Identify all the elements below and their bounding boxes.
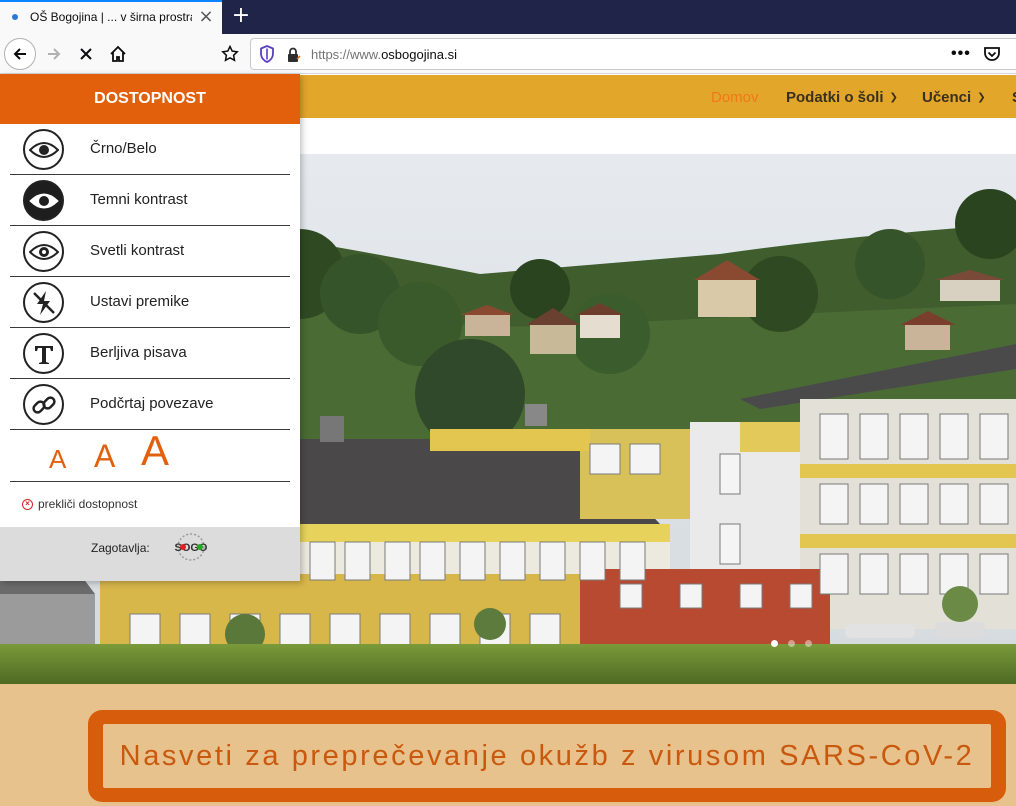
tab-title: OŠ Bogojina | ... v širna prostranstva (30, 10, 192, 24)
provider-label: Zagotavlja: (91, 541, 150, 555)
option-label: Temni kontrast (90, 191, 188, 208)
option-label: Berljiva pisava (90, 344, 187, 361)
font-size-small-button[interactable]: A (49, 444, 66, 475)
url-scheme: https://www. (311, 47, 382, 62)
sogo-logo[interactable]: SOGO (163, 532, 219, 562)
loading-icon (12, 14, 18, 20)
navigation-toolbar: https://www.osbogojina.si ••• (0, 34, 1016, 74)
new-tab-button[interactable]: + (228, 4, 254, 30)
font-t-icon (23, 333, 64, 374)
library-button[interactable] (218, 38, 242, 70)
menu-item-podatki[interactable]: Podatki o šoli ❯ (786, 89, 898, 106)
notice-banner[interactable]: Nasveti za preprečevanje okužb z virusom… (103, 724, 991, 788)
slider-dot[interactable] (788, 640, 795, 647)
font-size-large-button[interactable]: A (141, 427, 169, 475)
option-label: Črno/Belo (90, 140, 157, 157)
eye-icon (23, 129, 64, 170)
accessibility-footer: Zagotavlja: SOGO (0, 527, 300, 581)
cancel-accessibility-link[interactable]: × prekliči dostopnost (22, 497, 137, 511)
cancel-icon: × (22, 498, 33, 510)
url-text: https://www.osbogojina.si (311, 47, 457, 62)
menu-item-ucenci[interactable]: Učenci ❯ (922, 89, 986, 106)
eye-icon (23, 231, 64, 272)
url-host: osbogojina.si (381, 47, 457, 62)
slider-dot[interactable] (805, 640, 812, 647)
font-size-medium-button[interactable]: A (94, 438, 115, 475)
shield-icon[interactable] (259, 45, 275, 63)
home-button[interactable] (102, 38, 134, 70)
notice-text: Nasveti za preprečevanje okužb z virusom… (119, 739, 975, 772)
menu-label: Podatki o šoli (786, 89, 884, 106)
close-tab-icon[interactable]: × (196, 8, 216, 28)
back-button[interactable] (4, 38, 36, 70)
chevron-down-icon: ❯ (977, 92, 986, 103)
menu-label: S (1012, 89, 1016, 106)
option-label: Podčrtaj povezave (90, 395, 214, 412)
menu-item-truncated[interactable]: S (1012, 89, 1016, 106)
option-underline-links[interactable]: Podčrtaj povezave (10, 379, 290, 430)
option-light-contrast[interactable]: Svetli kontrast (10, 226, 290, 277)
option-readable-font[interactable]: Berljiva pisava (10, 328, 290, 379)
slider-dot[interactable] (771, 640, 778, 647)
stop-button[interactable] (70, 38, 102, 70)
cancel-label: prekliči dostopnost (38, 497, 138, 511)
menu-label: Domov (711, 89, 759, 106)
address-bar[interactable]: https://www.osbogojina.si ••• (250, 38, 1016, 70)
option-stop-motion[interactable]: Ustavi premike (10, 277, 290, 328)
star-bookmark-icon (221, 45, 239, 62)
menu-item-domov[interactable]: Domov (711, 89, 759, 106)
option-label: Ustavi premike (90, 293, 190, 310)
no-motion-icon (23, 282, 64, 323)
accessibility-panel: DOSTOPNOST Črno/Belo Temni kontrast Svet… (0, 74, 300, 581)
tab-bar: OŠ Bogojina | ... v širna prostranstva ×… (0, 0, 1016, 34)
option-label: Svetli kontrast (90, 242, 185, 259)
pocket-icon[interactable] (983, 45, 1001, 63)
forward-button[interactable] (38, 38, 70, 70)
browser-tab[interactable]: OŠ Bogojina | ... v širna prostranstva × (0, 0, 222, 34)
stop-icon (80, 48, 92, 60)
svg-text:SOGO: SOGO (174, 542, 207, 554)
back-arrow-icon (13, 48, 26, 60)
option-black-white[interactable]: Črno/Belo (10, 124, 290, 175)
eye-dark-icon (23, 180, 64, 221)
chevron-down-icon: ❯ (889, 92, 898, 103)
home-icon (110, 45, 126, 62)
forward-arrow-icon (48, 48, 61, 60)
accessibility-title: DOSTOPNOST (0, 74, 300, 124)
page-actions-icon[interactable]: ••• (951, 45, 971, 63)
lock-icon[interactable] (285, 46, 301, 64)
option-dark-contrast[interactable]: Temni kontrast (10, 175, 290, 226)
font-size-controls: A A A (10, 427, 290, 482)
link-icon (23, 384, 64, 425)
menu-label: Učenci (922, 89, 972, 106)
